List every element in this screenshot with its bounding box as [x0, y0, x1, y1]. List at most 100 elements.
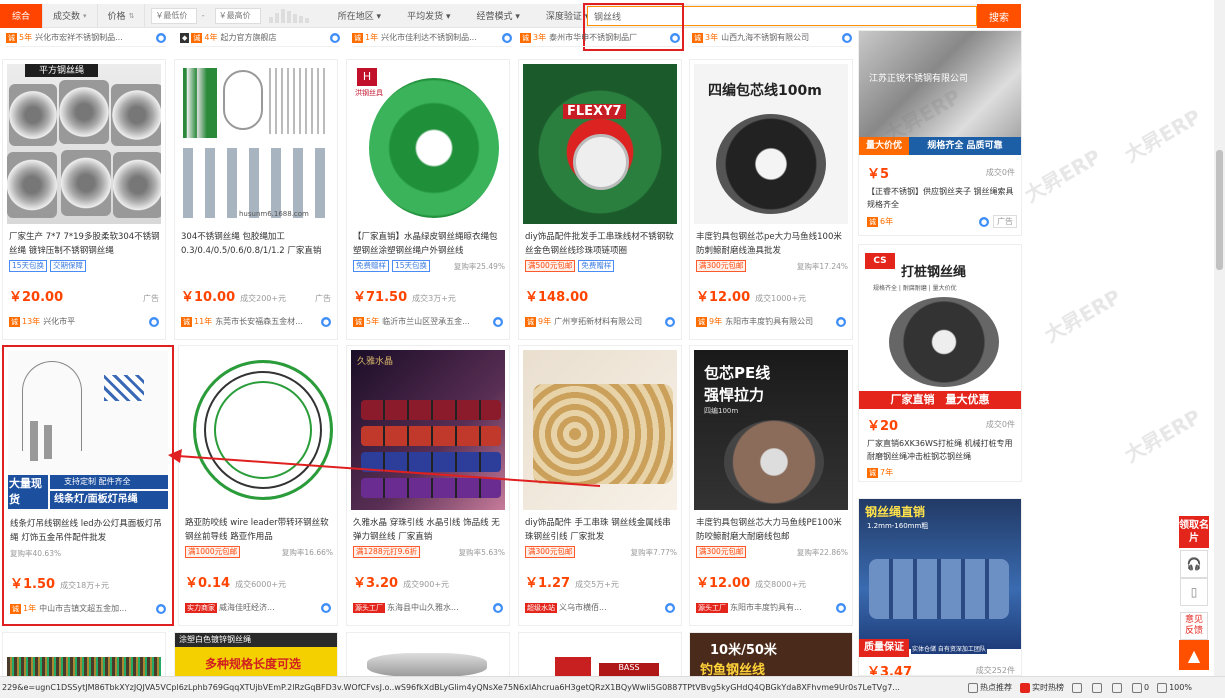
years-badge: 诚 [696, 316, 707, 327]
price-max-input[interactable]: ￥最高价 [214, 7, 261, 24]
shop-name[interactable]: 义乌市横佰... [559, 602, 662, 613]
sort-price[interactable]: 价格 ⇅ [98, 3, 146, 28]
shop-name[interactable]: 广州亨拓新材料有限公司 [554, 316, 662, 327]
image-caption: 10米/50米 [710, 643, 777, 658]
filter-business-mode[interactable]: 经营模式 ▾ [463, 4, 532, 28]
hot-recommend[interactable]: 热点推荐 [968, 682, 1012, 693]
product-card[interactable]: H 洪钢丝具 【厂家直销】水晶绿皮钢丝绳晾衣绳包塑钢丝涂塑钢丝绳户外钢丝线 免费… [346, 59, 510, 340]
product-title[interactable]: 丰度钓具包钢丝芯大力马鱼线PE100米防咬鲸耐磨大耐磨线包邮 [696, 516, 848, 544]
price: ￥20.00 [9, 290, 64, 305]
screenshot-icon[interactable] [1132, 682, 1142, 693]
zoom-icon[interactable] [1157, 682, 1168, 693]
wangwang-icon[interactable]: ● [836, 602, 846, 613]
wangwang-icon[interactable]: ● [670, 32, 680, 43]
shop-name[interactable]: 东莞市长安福森五金材... [215, 316, 318, 327]
wangwang-icon[interactable]: ● [156, 603, 166, 614]
filter-region[interactable]: 所在地区 ▾ [325, 4, 394, 28]
shop-name[interactable]: 临沂市兰山区翌承五金... [382, 316, 490, 327]
wangwang-icon[interactable]: ● [149, 316, 159, 327]
speaker-icon[interactable] [1092, 682, 1102, 693]
product-title[interactable]: diy饰品配件 手工串珠 钢丝线金属线串珠钢丝引线 厂家批发 [525, 516, 677, 544]
product-card[interactable]: 10米/50米 钓鱼钢丝线 [689, 632, 853, 682]
watermark: 大昇ERP [1120, 104, 1205, 168]
wangwang-icon[interactable]: ● [493, 316, 503, 327]
wangwang-icon[interactable]: ● [156, 32, 166, 43]
product-card[interactable]: 涂塑白色镀锌钢丝绳 多种规格长度可选 [174, 632, 338, 682]
product-title[interactable]: 丰度钓具包钢丝芯pe大力马鱼线100米 防刺鲸耐磨线渔具批发 [696, 230, 848, 258]
scrollbar[interactable] [1214, 0, 1225, 676]
prev-row-shop-1: 诚 5年 兴化市宏祥不锈钢制品... ● [6, 29, 166, 47]
product-title[interactable]: 【厂家直销】水晶绿皮钢丝绳晾衣绳包塑钢丝涂塑钢丝绳户外钢丝线 [353, 230, 505, 258]
product-card[interactable]: BASS [518, 632, 682, 682]
wangwang-icon[interactable]: ● [493, 602, 503, 613]
price: ￥148.00 [525, 290, 589, 305]
rebuy-rate: 复购率17.24% [796, 261, 848, 271]
zoom-level[interactable]: 100% [1169, 683, 1192, 692]
shop-name[interactable]: 东海县中山久雅水... [387, 602, 490, 613]
phone-icon[interactable]: ▯ [1180, 578, 1208, 606]
merchant-badge: 实力商家 [185, 602, 217, 613]
product-title[interactable]: 路亚防咬线 wire leader带转环钢丝软钢丝前导线 路亚作用品 [185, 516, 333, 544]
shop-name[interactable]: 威海佳旺经济... [219, 602, 318, 613]
shop-name[interactable]: 东阳市丰度钓具有限公司 [725, 316, 833, 327]
shop-name[interactable]: 兴化市平 [43, 316, 146, 327]
sort-comprehensive[interactable]: 综合 [0, 3, 44, 28]
get-business-card-button[interactable]: 领取名片 [1179, 516, 1209, 548]
product-title[interactable]: 厂家生产 7*7 7*19多股柔软304不锈钢丝绳 镀锌压制不锈钢钢丝绳 [9, 230, 161, 258]
product-title[interactable]: diy饰品配件批发手工串珠线材不锈钢软丝金色钢丝线珍珠项链项圈 [525, 230, 677, 258]
product-card[interactable]: 四编包芯线100m 丰度钓具包钢丝芯pe大力马鱼线100米 防刺鲸耐磨线渔具批发… [689, 59, 853, 340]
right-ad-3[interactable]: 钢丝绳直销 1.2mm-160mm粗 质量保证 实体仓储 自有资深加工团队 ￥3… [858, 498, 1022, 676]
feedback-button[interactable]: 意见反馈 [1180, 612, 1208, 640]
wangwang-icon[interactable]: ● [321, 316, 331, 327]
product-card[interactable] [346, 632, 510, 682]
product-image[interactable]: 包芯PE线 强悍拉力 四编100m [694, 350, 848, 510]
product-card[interactable]: 平方钢丝绳 厂家生产 7*7 7*19多股柔软304不锈钢丝绳 镀锌压制不锈钢钢… [2, 59, 166, 340]
back-to-top-button[interactable]: ▲ [1179, 640, 1209, 670]
price-min-input[interactable]: ￥最低价 [151, 7, 198, 24]
product-image[interactable]: 四编包芯线100m [694, 64, 848, 224]
wangwang-icon[interactable]: ● [665, 316, 675, 327]
product-image[interactable]: 大量现货 支持定制 配件齐全 线条灯/面板灯吊绳 [8, 351, 168, 511]
product-card[interactable]: 大量现货 支持定制 配件齐全 线条灯/面板灯吊绳 线条灯吊线钢丝线 led办公灯… [2, 345, 174, 626]
product-card[interactable]: 包芯PE线 强悍拉力 四编100m 丰度钓具包钢丝芯大力马鱼线PE100米防咬鲸… [689, 345, 853, 626]
shop-name[interactable]: 中山市吉镇文超五金加... [39, 603, 153, 614]
prev-row-shop-5: 诚 3年 山西九海不锈钢有限公司 ● [692, 29, 852, 47]
right-ad-2[interactable]: CS 打桩钢丝绳 规格齐全 | 耐腐耐磨 | 量大价优 厂家直销 量大优惠 ￥2… [858, 244, 1022, 482]
product-image[interactable]: husunm6.1688.com [179, 64, 333, 224]
scrollbar-thumb[interactable] [1216, 150, 1223, 270]
shop-name[interactable]: 东阳市丰度钓具有... [730, 602, 833, 613]
product-image[interactable]: H 洪钢丝具 [351, 64, 505, 224]
tag: 15天包换 [392, 260, 431, 272]
ad-image[interactable]: 钢丝绳直销 1.2mm-160mm粗 [859, 499, 1021, 649]
sold-count: 成交3万+元 [412, 294, 456, 303]
rebuy-rate: 复购率5.63% [458, 547, 505, 557]
headset-icon[interactable]: 🎧 [1180, 550, 1208, 578]
product-title[interactable]: 久雅水晶 穿珠引线 水晶引线 饰品线 无弹力钢丝线 厂家直销 [353, 516, 505, 544]
wangwang-icon[interactable]: ● [836, 316, 846, 327]
product-image[interactable]: FLEXY7 [523, 64, 677, 224]
wangwang-icon[interactable]: ● [321, 602, 331, 613]
download-icon[interactable] [1112, 682, 1122, 693]
product-title[interactable]: 304不锈钢丝绳 包胶绳加工 0.3/0.4/0.5/0.6/0.8/1/1.2… [181, 230, 333, 258]
right-ad-1[interactable]: 江苏正锐不锈钢有限公司 量大价优 规格齐全 品质可靠 ￥5 成交0件 【正睿不锈… [858, 30, 1022, 236]
filter-shipping[interactable]: 平均发货 ▾ [394, 4, 463, 28]
image-caption: 洪钢丝具 [355, 89, 383, 97]
sort-sales[interactable]: 成交数 ▾ [43, 3, 98, 28]
merchant-badge: 源头工厂 [353, 602, 385, 613]
product-card[interactable]: husunm6.1688.com 304不锈钢丝绳 包胶绳加工 0.3/0.4/… [174, 59, 338, 340]
shield-icon[interactable] [1072, 682, 1082, 693]
wangwang-icon[interactable]: ● [665, 602, 675, 613]
wangwang-icon[interactable]: ● [979, 216, 989, 227]
product-title[interactable]: 线条灯吊线钢丝线 led办公灯具面板灯吊绳 灯饰五金吊件配件批发 [10, 517, 168, 545]
product-title[interactable]: 厂家直销6XK36WS打桩绳 机械打桩专用耐磨钢丝绳冲击桩钢芯钢丝绳 [867, 437, 1015, 463]
wangwang-icon[interactable]: ● [330, 32, 340, 43]
wangwang-icon[interactable]: ● [842, 32, 852, 43]
search-button[interactable]: 搜索 [977, 4, 1021, 28]
product-title[interactable]: 【正睿不锈钢】供应钢丝夹子 钢丝绳索具 规格齐全 [867, 185, 1015, 211]
wangwang-icon[interactable]: ● [502, 32, 512, 43]
years-badge: 诚 [525, 316, 536, 327]
product-card[interactable]: FLEXY7 diy饰品配件批发手工串珠线材不锈钢软丝金色钢丝线珍珠项链项圈 满… [518, 59, 682, 340]
product-card[interactable] [2, 632, 166, 682]
product-image[interactable]: 平方钢丝绳 [7, 64, 161, 224]
realtime-hot-list[interactable]: 实时热榜 [1020, 682, 1064, 693]
